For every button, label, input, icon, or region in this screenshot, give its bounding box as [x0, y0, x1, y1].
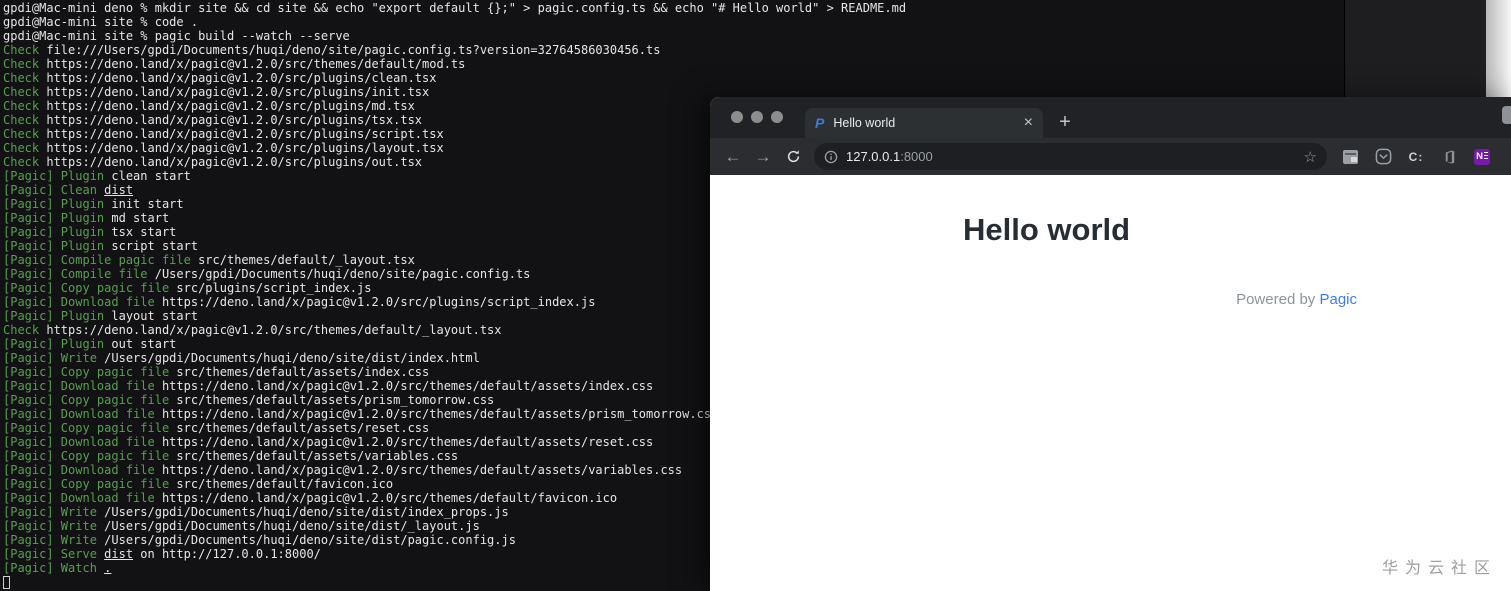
url-bar[interactable]: 127.0.0.1:8000 ☆	[814, 143, 1327, 170]
browser-window: P Hello world × + ← → 127.0.0.1:8000 ☆	[710, 97, 1511, 591]
browser-frame-bar: P Hello world × +	[710, 97, 1511, 138]
minimize-window-button[interactable]	[751, 111, 763, 123]
page-title: Hello world	[963, 208, 1130, 252]
browser-toolbar: ← → 127.0.0.1:8000 ☆	[710, 138, 1511, 175]
terminal-line: gpdi@Mac-mini site % code .	[3, 15, 1344, 29]
office-icon	[1442, 149, 1457, 165]
powered-by-footer: Powered by Pagic	[1236, 291, 1357, 308]
tab-hello-world[interactable]: P Hello world ×	[805, 108, 1043, 138]
reload-button[interactable]	[778, 143, 808, 171]
site-info-icon[interactable]	[824, 150, 838, 164]
wallet-icon	[1343, 150, 1358, 164]
forward-button[interactable]: →	[748, 143, 778, 171]
pagic-link[interactable]: Pagic	[1319, 291, 1357, 308]
page-content: Hello world Powered by Pagic	[710, 175, 1511, 591]
url-port: :8000	[900, 149, 933, 164]
huawei-cloud-watermark: 华为云社区	[1382, 554, 1497, 578]
terminal-line: Check https://deno.land/x/pagic@v1.2.0/s…	[3, 57, 1344, 71]
pocket-icon	[1375, 148, 1392, 165]
url-host: 127.0.0.1	[846, 149, 900, 164]
back-button[interactable]: ←	[718, 143, 748, 171]
extensions-row: C: N	[1341, 148, 1491, 166]
bookmark-star-icon[interactable]: ☆	[1304, 148, 1317, 166]
close-window-button[interactable]	[731, 111, 743, 123]
pagic-favicon-icon: P	[815, 116, 824, 130]
pocket-extension-button[interactable]	[1374, 148, 1392, 166]
clipped-extension-icon[interactable]	[1502, 106, 1511, 124]
background-window-edge	[1486, 0, 1511, 98]
c-extension-button[interactable]: C:	[1407, 148, 1425, 166]
tab-title: Hello world	[833, 116, 1014, 130]
terminal-line: Check file:///Users/gpdi/Documents/huqi/…	[3, 43, 1344, 57]
wallet-extension-button[interactable]	[1341, 148, 1359, 166]
url-text[interactable]: 127.0.0.1:8000	[846, 148, 1296, 166]
reload-icon	[786, 149, 801, 164]
powered-by-text: Powered by	[1236, 291, 1319, 308]
traffic-lights	[731, 111, 783, 123]
close-tab-icon[interactable]: ×	[1024, 115, 1033, 131]
terminal-line: Check https://deno.land/x/pagic@v1.2.0/s…	[3, 71, 1344, 85]
new-tab-button[interactable]: +	[1053, 111, 1077, 135]
office-extension-button[interactable]	[1440, 148, 1458, 166]
zoom-window-button[interactable]	[771, 111, 783, 123]
c-extension-icon: C:	[1409, 150, 1424, 164]
terminal-line: gpdi@Mac-mini site % pagic build --watch…	[3, 29, 1344, 43]
terminal-line: gpdi@Mac-mini deno % mkdir site && cd si…	[3, 1, 1344, 15]
onenote-icon: N	[1474, 149, 1490, 165]
terminal-cursor	[3, 576, 10, 589]
onenote-extension-button[interactable]: N	[1473, 148, 1491, 166]
